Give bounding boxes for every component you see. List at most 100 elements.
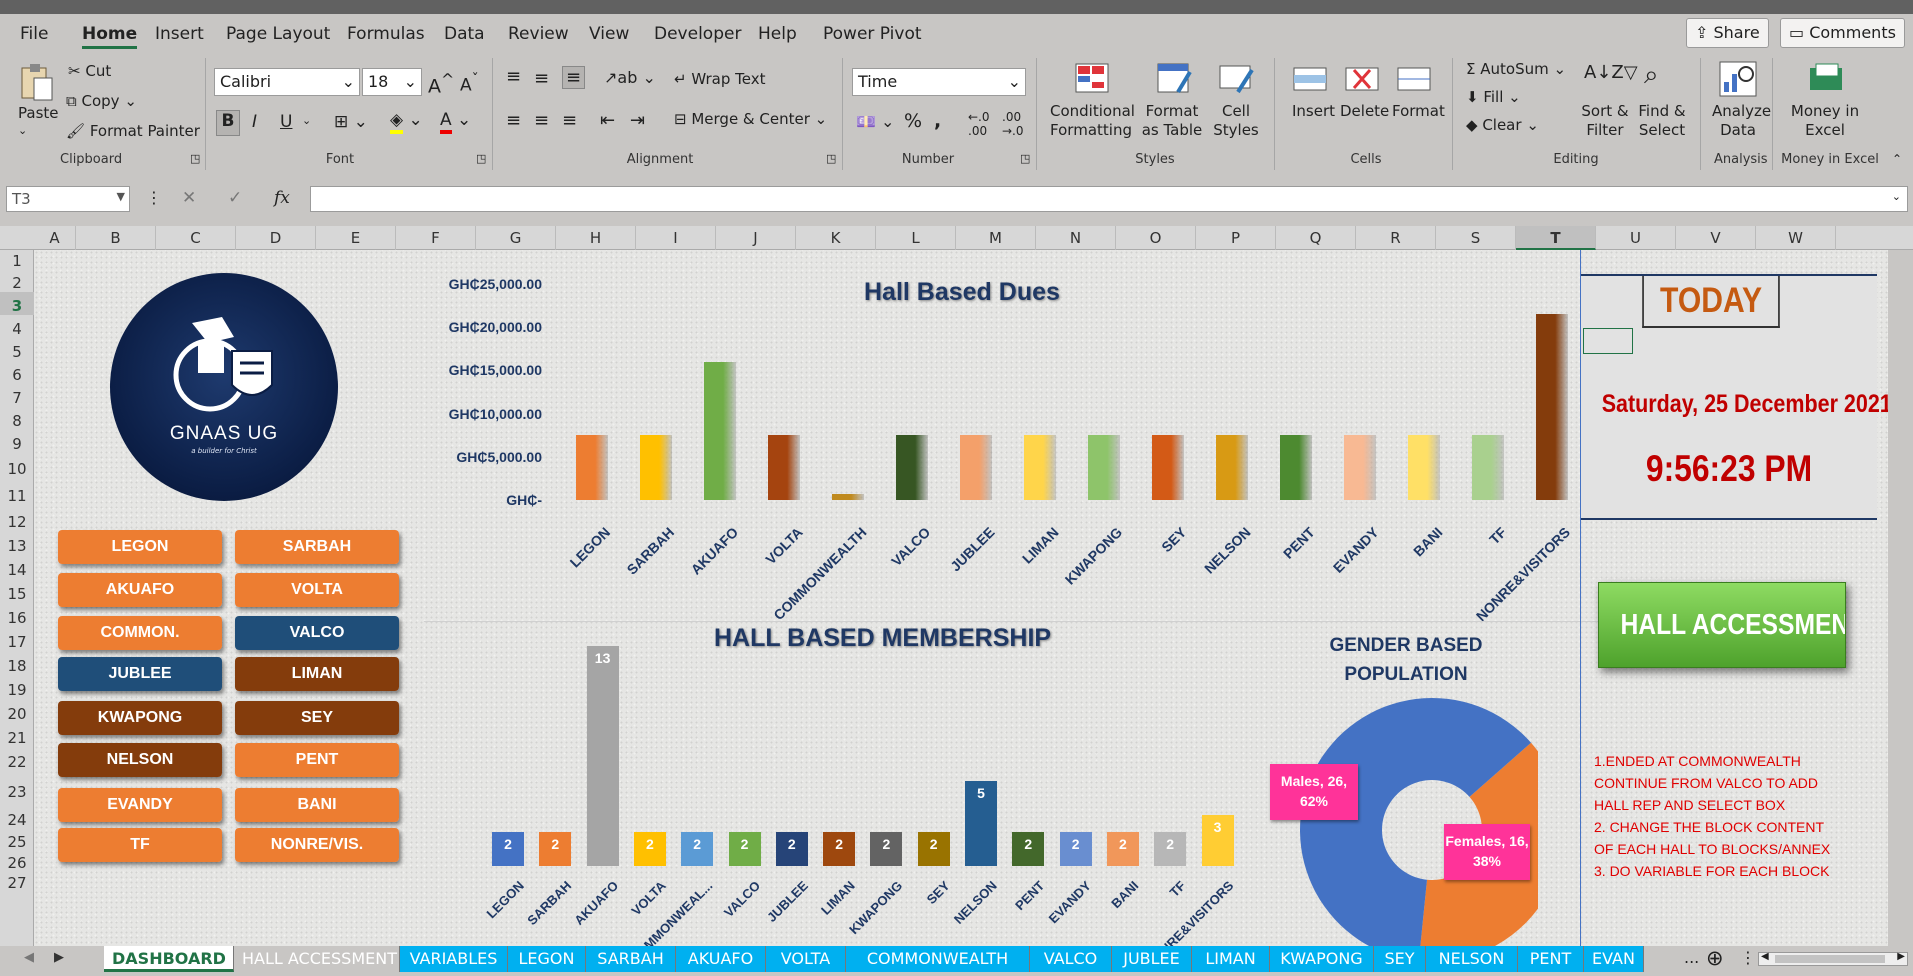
format-button[interactable]: Format bbox=[1392, 102, 1445, 120]
underline-button[interactable]: U bbox=[280, 112, 292, 132]
sheet-tab-evan[interactable]: EVAN bbox=[1584, 946, 1644, 972]
money-in-excel-button[interactable]: Money in Excel bbox=[1790, 102, 1860, 140]
selected-cell-T3[interactable] bbox=[1583, 328, 1633, 354]
sheet-tab-nelson[interactable]: NELSON bbox=[1426, 946, 1518, 972]
menu-review[interactable]: Review bbox=[508, 24, 569, 44]
column-header-h[interactable]: H bbox=[556, 226, 636, 250]
find-select-button[interactable]: Find & Select bbox=[1632, 102, 1692, 140]
menu-page-layout[interactable]: Page Layout bbox=[226, 24, 330, 44]
hall-button-legon[interactable]: LEGON bbox=[58, 530, 222, 564]
formula-input[interactable]: ⌄ bbox=[310, 186, 1908, 212]
sheet-tab-variables[interactable]: VARIABLES bbox=[400, 946, 508, 972]
row-header-15[interactable]: 15 bbox=[0, 579, 34, 603]
sheet-tab-dashboard[interactable]: DASHBOARD bbox=[104, 946, 234, 972]
decrease-font-icon[interactable]: Aˇ bbox=[460, 72, 479, 96]
menu-power-pivot[interactable]: Power Pivot bbox=[823, 24, 922, 44]
hall-button-volta[interactable]: VOLTA bbox=[235, 573, 399, 607]
row-header-11[interactable]: 11 bbox=[0, 480, 34, 507]
sheet-tab-legon[interactable]: LEGON bbox=[508, 946, 586, 972]
column-header-q[interactable]: Q bbox=[1276, 226, 1356, 250]
accounting-icon[interactable]: 💷 ⌄ bbox=[856, 112, 894, 131]
row-header-20[interactable]: 20 bbox=[0, 699, 34, 723]
column-header-p[interactable]: P bbox=[1196, 226, 1276, 250]
fill-color-icon[interactable]: ◈ ⌄ bbox=[390, 110, 423, 134]
scroll-right-icon[interactable]: ▶ bbox=[1897, 951, 1905, 962]
sheet-tab-liman[interactable]: LIMAN bbox=[1192, 946, 1270, 972]
sheet-tab-volta[interactable]: VOLTA bbox=[766, 946, 846, 972]
hall-button-sey[interactable]: SEY bbox=[235, 701, 399, 735]
money-icon[interactable] bbox=[1806, 62, 1846, 96]
menu-formulas[interactable]: Formulas bbox=[347, 24, 425, 44]
hall-button-evandy[interactable]: EVANDY bbox=[58, 788, 222, 822]
row-header-5[interactable]: 5 bbox=[0, 338, 34, 361]
hall-button-nelson[interactable]: NELSON bbox=[58, 743, 222, 777]
more-icon[interactable]: ⋮ bbox=[146, 188, 162, 207]
format-painter-button[interactable]: 🖌 Format Painter bbox=[66, 122, 200, 140]
increase-font-icon[interactable]: A^ bbox=[428, 70, 454, 97]
sort-filter-button[interactable]: Sort & Filter bbox=[1574, 102, 1636, 140]
add-sheet-icon[interactable]: ⊕ bbox=[1706, 946, 1724, 970]
collapse-ribbon-icon[interactable]: ⌃ bbox=[1892, 152, 1902, 166]
hall-button-pent[interactable]: PENT bbox=[235, 743, 399, 777]
hall-button-liman[interactable]: LIMAN bbox=[235, 657, 399, 691]
column-header-t[interactable]: T bbox=[1516, 226, 1596, 250]
hall-button-akuafo[interactable]: AKUAFO bbox=[58, 573, 222, 607]
column-header-d[interactable]: D bbox=[236, 226, 316, 250]
column-header-n[interactable]: N bbox=[1036, 226, 1116, 250]
sheet-tab-kwapong[interactable]: KWAPONG bbox=[1270, 946, 1374, 972]
format-as-table-button[interactable]: Format as Table bbox=[1140, 102, 1204, 140]
tab-overflow[interactable]: ... bbox=[1684, 948, 1699, 967]
row-header-4[interactable]: 4 bbox=[0, 315, 34, 338]
format-cells-icon[interactable] bbox=[1396, 64, 1432, 94]
dialog-launcher-icon[interactable]: ◳ bbox=[826, 152, 836, 165]
row-header-22[interactable]: 22 bbox=[0, 747, 34, 771]
column-header-g[interactable]: G bbox=[476, 226, 556, 250]
hall-button-bani[interactable]: BANI bbox=[235, 788, 399, 822]
paste-label[interactable]: Paste bbox=[18, 104, 59, 122]
row-header-27[interactable]: 27 bbox=[0, 871, 34, 892]
sheet-tab-sarbah[interactable]: SARBAH bbox=[586, 946, 676, 972]
row-header-6[interactable]: 6 bbox=[0, 361, 34, 384]
name-box[interactable]: T3 ▼ bbox=[6, 186, 130, 212]
font-name-select[interactable]: Calibri ⌄ bbox=[214, 68, 360, 96]
column-header-r[interactable]: R bbox=[1356, 226, 1436, 250]
dialog-launcher-icon[interactable]: ◳ bbox=[1020, 152, 1030, 165]
sheet-tab-hall-accessment[interactable]: HALL ACCESSMENT bbox=[234, 946, 400, 972]
italic-button[interactable]: I bbox=[252, 112, 257, 132]
column-header-l[interactable]: L bbox=[876, 226, 956, 250]
font-size-select[interactable]: 18 ⌄ bbox=[362, 68, 422, 96]
row-header-23[interactable]: 23 bbox=[0, 771, 34, 805]
magnifier-icon[interactable]: ⌕ bbox=[1644, 60, 1659, 91]
conditional-formatting-button[interactable]: Conditional Formatting bbox=[1050, 102, 1135, 140]
row-header-7[interactable]: 7 bbox=[0, 384, 34, 407]
align-bottom-icon[interactable]: ≡ bbox=[562, 66, 586, 89]
sheet-tab-sey[interactable]: SEY bbox=[1374, 946, 1426, 972]
hall-button-jublee[interactable]: JUBLEE bbox=[58, 657, 222, 691]
menu-home[interactable]: Home bbox=[82, 24, 138, 49]
align-left-icon[interactable]: ≡ bbox=[506, 110, 521, 131]
align-center-icon[interactable]: ≡ bbox=[534, 110, 549, 131]
align-right-icon[interactable]: ≡ bbox=[562, 110, 577, 131]
column-header-f[interactable]: F bbox=[396, 226, 476, 250]
column-header-i[interactable]: I bbox=[636, 226, 716, 250]
row-header-8[interactable]: 8 bbox=[0, 407, 34, 430]
sheet-tab-valco[interactable]: VALCO bbox=[1030, 946, 1112, 972]
hall-button-sarbah[interactable]: SARBAH bbox=[235, 530, 399, 564]
sheet-tab-jublee[interactable]: JUBLEE bbox=[1112, 946, 1192, 972]
column-header-u[interactable]: U bbox=[1596, 226, 1676, 250]
column-header-s[interactable]: S bbox=[1436, 226, 1516, 250]
row-header-19[interactable]: 19 bbox=[0, 675, 34, 699]
comments-button[interactable]: ▭ Comments bbox=[1780, 18, 1905, 48]
comma-icon[interactable]: , bbox=[934, 110, 941, 132]
column-header-k[interactable]: K bbox=[796, 226, 876, 250]
chevron-down-icon[interactable]: ⌄ bbox=[18, 124, 27, 137]
hall-button-kwapong[interactable]: KWAPONG bbox=[58, 701, 222, 735]
sheet-tab-akuafo[interactable]: AKUAFO bbox=[676, 946, 766, 972]
menu-help[interactable]: Help bbox=[758, 24, 797, 44]
cell-styles-button[interactable]: Cell Styles bbox=[1208, 102, 1264, 140]
decrease-decimal-icon[interactable]: .00 →.0 bbox=[1002, 110, 1024, 138]
paste-icon[interactable] bbox=[18, 62, 54, 102]
row-header-3[interactable]: 3 bbox=[0, 292, 34, 315]
analyze-data-button[interactable]: Analyze Data bbox=[1712, 102, 1771, 140]
increase-decimal-icon[interactable]: ←.0.00 bbox=[968, 110, 990, 138]
